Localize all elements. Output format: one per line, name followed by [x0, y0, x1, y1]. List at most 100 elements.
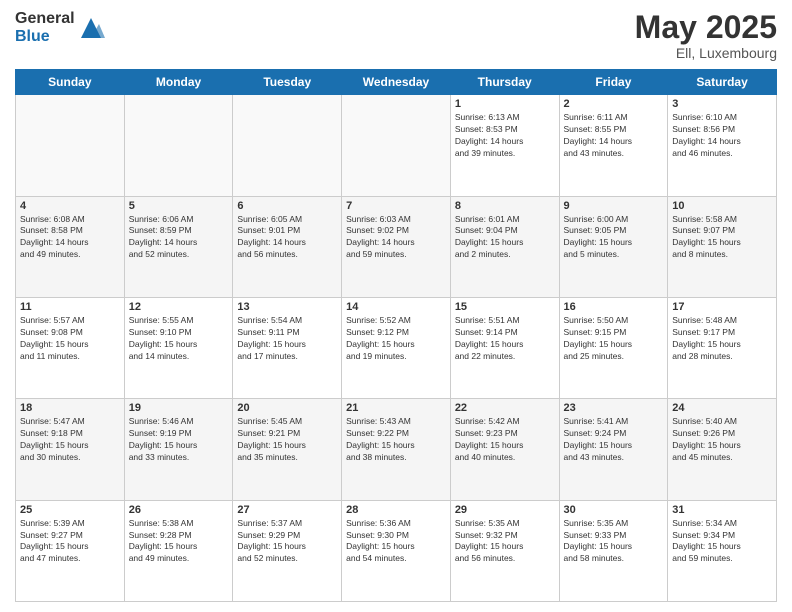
calendar-cell — [233, 95, 342, 196]
day-info: Sunrise: 5:39 AM Sunset: 9:27 PM Dayligh… — [20, 518, 120, 566]
calendar-cell: 12 Sunrise: 5:55 AM Sunset: 9:10 PM Dayli… — [124, 297, 233, 398]
logo: General Blue — [15, 10, 105, 45]
day-number: 3 — [672, 98, 772, 110]
day-number: 25 — [20, 504, 120, 516]
calendar-week-1: 1Sunrise: 6:13 AM Sunset: 8:53 PM Daylig… — [16, 95, 777, 196]
day-number: 9 — [564, 200, 664, 212]
day-info: Sunrise: 6:03 AM Sunset: 9:02 PM Dayligh… — [346, 214, 446, 262]
day-info: Sunrise: 5:55 AM Sunset: 9:10 PM Dayligh… — [129, 315, 229, 363]
calendar-cell: 18Sunrise: 5:47 AM Sunset: 9:18 PM Dayli… — [16, 399, 125, 500]
day-number: 16 — [564, 301, 664, 313]
calendar-cell: 28 Sunrise: 5:36 AM Sunset: 9:30 PM Dayli… — [342, 500, 451, 601]
calendar-week-4: 18Sunrise: 5:47 AM Sunset: 9:18 PM Dayli… — [16, 399, 777, 500]
day-number: 30 — [564, 504, 664, 516]
col-thursday: Thursday — [450, 70, 559, 95]
calendar-cell: 13 Sunrise: 5:54 AM Sunset: 9:11 PM Dayli… — [233, 297, 342, 398]
day-info: Sunrise: 5:48 AM Sunset: 9:17 PM Dayligh… — [672, 315, 772, 363]
calendar-cell: 5Sunrise: 6:06 AM Sunset: 8:59 PM Daylig… — [124, 196, 233, 297]
calendar-week-3: 11Sunrise: 5:57 AM Sunset: 9:08 PM Dayli… — [16, 297, 777, 398]
calendar-cell: 21Sunrise: 5:43 AM Sunset: 9:22 PM Dayli… — [342, 399, 451, 500]
col-friday: Friday — [559, 70, 668, 95]
day-info: Sunrise: 5:42 AM Sunset: 9:23 PM Dayligh… — [455, 416, 555, 464]
day-info: Sunrise: 5:50 AM Sunset: 9:15 PM Dayligh… — [564, 315, 664, 363]
month-title: May 2025 — [635, 10, 777, 45]
day-number: 13 — [237, 301, 337, 313]
day-number: 12 — [129, 301, 229, 313]
day-info: Sunrise: 6:06 AM Sunset: 8:59 PM Dayligh… — [129, 214, 229, 262]
day-info: Sunrise: 5:40 AM Sunset: 9:26 PM Dayligh… — [672, 416, 772, 464]
day-number: 10 — [672, 200, 772, 212]
day-number: 26 — [129, 504, 229, 516]
calendar-cell: 17 Sunrise: 5:48 AM Sunset: 9:17 PM Dayli… — [668, 297, 777, 398]
day-number: 19 — [129, 402, 229, 414]
col-wednesday: Wednesday — [342, 70, 451, 95]
day-number: 23 — [564, 402, 664, 414]
day-number: 6 — [237, 200, 337, 212]
day-info: Sunrise: 5:38 AM Sunset: 9:28 PM Dayligh… — [129, 518, 229, 566]
day-number: 24 — [672, 402, 772, 414]
col-tuesday: Tuesday — [233, 70, 342, 95]
calendar-cell — [16, 95, 125, 196]
day-number: 7 — [346, 200, 446, 212]
day-number: 27 — [237, 504, 337, 516]
day-info: Sunrise: 5:45 AM Sunset: 9:21 PM Dayligh… — [237, 416, 337, 464]
day-info: Sunrise: 5:47 AM Sunset: 9:18 PM Dayligh… — [20, 416, 120, 464]
calendar-cell: 29 Sunrise: 5:35 AM Sunset: 9:32 PM Dayli… — [450, 500, 559, 601]
calendar-table: Sunday Monday Tuesday Wednesday Thursday… — [15, 69, 777, 602]
calendar-cell: 4 Sunrise: 6:08 AM Sunset: 8:58 PM Daylig… — [16, 196, 125, 297]
calendar-cell: 14 Sunrise: 5:52 AM Sunset: 9:12 PM Dayli… — [342, 297, 451, 398]
day-info: Sunrise: 5:35 AM Sunset: 9:33 PM Dayligh… — [564, 518, 664, 566]
day-info: Sunrise: 5:34 AM Sunset: 9:34 PM Dayligh… — [672, 518, 772, 566]
logo-icon — [77, 14, 105, 42]
calendar-cell: 11Sunrise: 5:57 AM Sunset: 9:08 PM Dayli… — [16, 297, 125, 398]
calendar-cell: 3 Sunrise: 6:10 AM Sunset: 8:56 PM Daylig… — [668, 95, 777, 196]
day-info: Sunrise: 6:01 AM Sunset: 9:04 PM Dayligh… — [455, 214, 555, 262]
day-number: 20 — [237, 402, 337, 414]
day-info: Sunrise: 5:46 AM Sunset: 9:19 PM Dayligh… — [129, 416, 229, 464]
day-number: 22 — [455, 402, 555, 414]
day-info: Sunrise: 6:11 AM Sunset: 8:55 PM Dayligh… — [564, 112, 664, 160]
day-info: Sunrise: 5:36 AM Sunset: 9:30 PM Dayligh… — [346, 518, 446, 566]
calendar-cell: 16 Sunrise: 5:50 AM Sunset: 9:15 PM Dayli… — [559, 297, 668, 398]
calendar-week-5: 25 Sunrise: 5:39 AM Sunset: 9:27 PM Dayli… — [16, 500, 777, 601]
header-row: Sunday Monday Tuesday Wednesday Thursday… — [16, 70, 777, 95]
calendar-cell: 25 Sunrise: 5:39 AM Sunset: 9:27 PM Dayli… — [16, 500, 125, 601]
day-info: Sunrise: 5:37 AM Sunset: 9:29 PM Dayligh… — [237, 518, 337, 566]
calendar-cell: 9 Sunrise: 6:00 AM Sunset: 9:05 PM Daylig… — [559, 196, 668, 297]
day-info: Sunrise: 6:05 AM Sunset: 9:01 PM Dayligh… — [237, 214, 337, 262]
day-info: Sunrise: 6:08 AM Sunset: 8:58 PM Dayligh… — [20, 214, 120, 262]
calendar-cell: 8Sunrise: 6:01 AM Sunset: 9:04 PM Daylig… — [450, 196, 559, 297]
day-info: Sunrise: 5:54 AM Sunset: 9:11 PM Dayligh… — [237, 315, 337, 363]
logo-general: General — [15, 10, 75, 28]
day-info: Sunrise: 6:00 AM Sunset: 9:05 PM Dayligh… — [564, 214, 664, 262]
day-info: Sunrise: 5:57 AM Sunset: 9:08 PM Dayligh… — [20, 315, 120, 363]
calendar-cell: 30 Sunrise: 5:35 AM Sunset: 9:33 PM Dayli… — [559, 500, 668, 601]
day-number: 28 — [346, 504, 446, 516]
calendar-cell: 27 Sunrise: 5:37 AM Sunset: 9:29 PM Dayli… — [233, 500, 342, 601]
calendar-cell: 10 Sunrise: 5:58 AM Sunset: 9:07 PM Dayli… — [668, 196, 777, 297]
day-number: 2 — [564, 98, 664, 110]
day-number: 4 — [20, 200, 120, 212]
calendar-cell: 26 Sunrise: 5:38 AM Sunset: 9:28 PM Dayli… — [124, 500, 233, 601]
day-info: Sunrise: 5:51 AM Sunset: 9:14 PM Dayligh… — [455, 315, 555, 363]
day-number: 21 — [346, 402, 446, 414]
day-info: Sunrise: 5:52 AM Sunset: 9:12 PM Dayligh… — [346, 315, 446, 363]
calendar-cell: 23 Sunrise: 5:41 AM Sunset: 9:24 PM Dayli… — [559, 399, 668, 500]
day-number: 17 — [672, 301, 772, 313]
calendar-cell: 19 Sunrise: 5:46 AM Sunset: 9:19 PM Dayli… — [124, 399, 233, 500]
logo-blue: Blue — [15, 28, 75, 46]
day-info: Sunrise: 5:41 AM Sunset: 9:24 PM Dayligh… — [564, 416, 664, 464]
day-number: 31 — [672, 504, 772, 516]
header: General Blue May 2025 Ell, Luxembourg — [15, 10, 777, 61]
col-sunday: Sunday — [16, 70, 125, 95]
day-info: Sunrise: 6:10 AM Sunset: 8:56 PM Dayligh… — [672, 112, 772, 160]
day-number: 29 — [455, 504, 555, 516]
calendar-cell: 15Sunrise: 5:51 AM Sunset: 9:14 PM Dayli… — [450, 297, 559, 398]
day-info: Sunrise: 5:58 AM Sunset: 9:07 PM Dayligh… — [672, 214, 772, 262]
logo-text: General Blue — [15, 10, 75, 45]
calendar-week-2: 4 Sunrise: 6:08 AM Sunset: 8:58 PM Daylig… — [16, 196, 777, 297]
day-info: Sunrise: 6:13 AM Sunset: 8:53 PM Dayligh… — [455, 112, 555, 160]
day-info: Sunrise: 5:35 AM Sunset: 9:32 PM Dayligh… — [455, 518, 555, 566]
day-number: 14 — [346, 301, 446, 313]
title-area: May 2025 Ell, Luxembourg — [635, 10, 777, 61]
